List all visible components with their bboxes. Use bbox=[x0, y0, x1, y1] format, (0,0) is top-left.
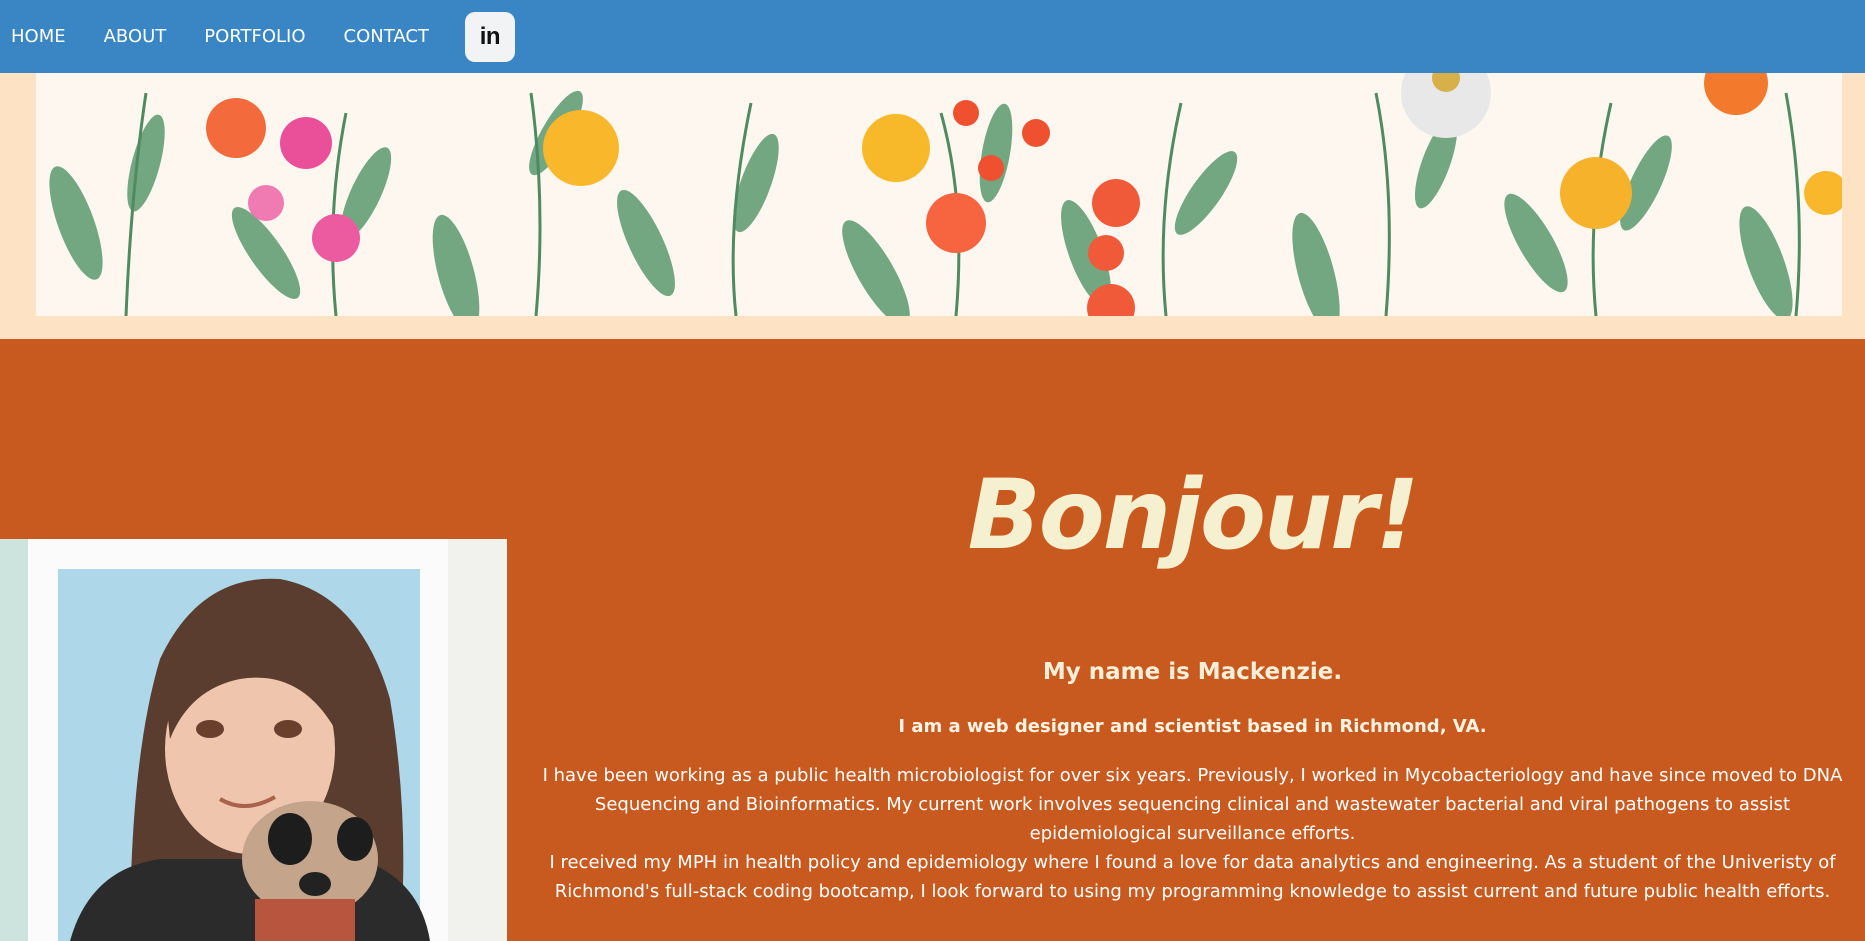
bio-paragraph-1: I have been working as a public health m… bbox=[542, 765, 1843, 844]
banner-frame bbox=[0, 73, 1865, 339]
about-section: Bonjour! My name is Mackenzie. I am a we… bbox=[0, 339, 1865, 941]
name-heading: My name is Mackenzie. bbox=[1042, 659, 1343, 685]
linkedin-button[interactable]: in bbox=[464, 11, 515, 62]
bio-paragraph-2: I received my MPH in health policy and e… bbox=[549, 852, 1836, 902]
floral-pattern bbox=[49, 73, 1842, 316]
nav-portfolio-link[interactable]: PORTFOLIO bbox=[204, 26, 305, 47]
bio-text: I have been working as a public health m… bbox=[540, 761, 1845, 906]
top-navbar: HOME ABOUT PORTFOLIO CONTACT in bbox=[0, 0, 1865, 73]
floral-banner-image bbox=[36, 73, 1842, 316]
nav-contact-link[interactable]: CONTACT bbox=[344, 26, 429, 47]
portrait-image bbox=[0, 539, 507, 941]
nav-about-link[interactable]: ABOUT bbox=[104, 26, 167, 47]
nav-home-link[interactable]: HOME bbox=[11, 26, 66, 47]
greeting-heading: Bonjour! bbox=[967, 459, 1420, 571]
linkedin-icon: in bbox=[479, 22, 501, 50]
tagline: I am a web designer and scientist based … bbox=[898, 716, 1487, 737]
portrait-illustration bbox=[0, 539, 507, 941]
